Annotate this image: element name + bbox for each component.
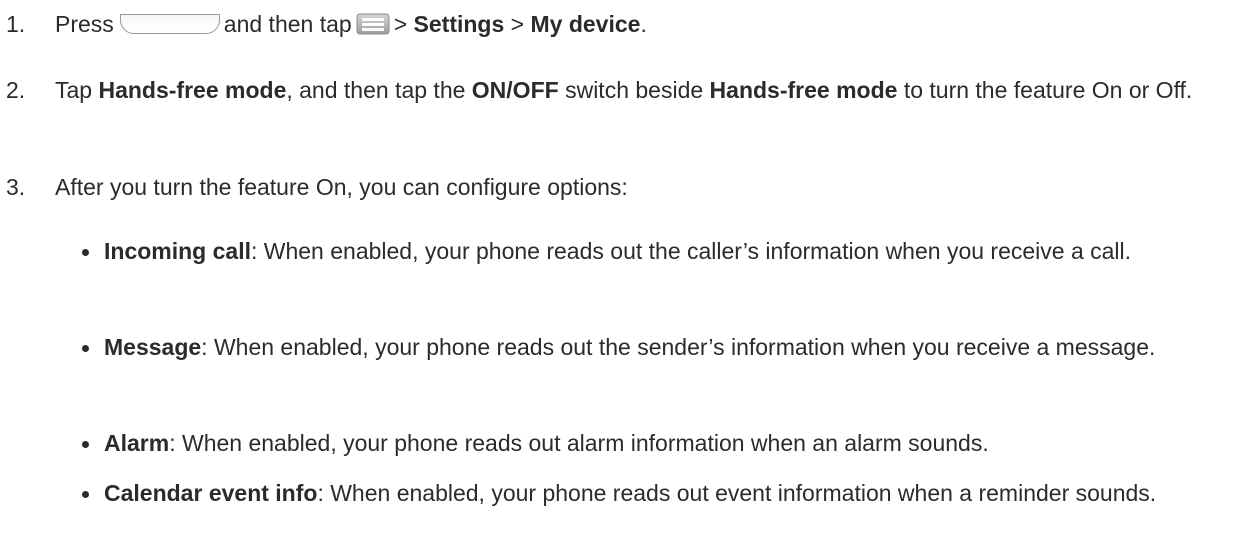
step-text: After you turn the feature On, you can c… [55,174,628,200]
menu-key-icon [356,13,390,35]
step-text-fragment: , and then tap the [286,77,466,103]
step-text-fragment: and then tap [223,11,352,37]
option-text: Message: When enabled, your phone reads … [104,331,1232,363]
step-number: 1. [6,11,26,37]
bullet-dot [82,491,89,498]
option-name: Calendar event info [104,480,318,506]
bullet-dot [82,345,89,352]
option-name: Message [104,334,202,360]
step-text-fragment: . [640,11,647,37]
step-number: 3. [6,174,26,200]
option-description: : When enabled, your phone reads out eve… [317,480,1157,506]
option-description: : When enabled, your phone reads out ala… [169,430,989,456]
bullet-dot [82,249,89,256]
settings-menu-label: Settings [413,11,505,37]
step-text-fragment: > [510,11,525,37]
on-off-switch-label: ON/OFF [471,77,559,103]
step-text-fragment: Tap [55,77,93,103]
step-text-fragment: Press [55,11,114,37]
my-device-menu-label: My device [530,11,641,37]
home-key-icon [119,14,220,34]
option-description: : When enabled, your phone reads out the… [201,334,1156,360]
option-description: : When enabled, your phone reads out the… [250,238,1132,264]
step-number: 2. [6,77,26,103]
step-text: Tap Hands-free mode, and then tap the ON… [55,74,1228,106]
step-text-fragment: > [393,11,408,37]
hands-free-mode-label: Hands-free mode [98,77,287,103]
bullet-dot [82,441,89,448]
step-text-fragment: to turn the feature On or Off. [903,77,1193,103]
step-text: Press and then tap > Settings > My device. [55,8,1228,40]
hands-free-mode-label: Hands-free mode [709,77,898,103]
step-text-fragment: switch beside [565,77,704,103]
option-text: Alarm: When enabled, your phone reads ou… [104,427,1232,459]
option-name: Alarm [104,430,170,456]
option-text: Calendar event info: When enabled, your … [104,477,1232,509]
option-text: Incoming call: When enabled, your phone … [104,235,1232,267]
option-name: Incoming call [104,238,251,264]
